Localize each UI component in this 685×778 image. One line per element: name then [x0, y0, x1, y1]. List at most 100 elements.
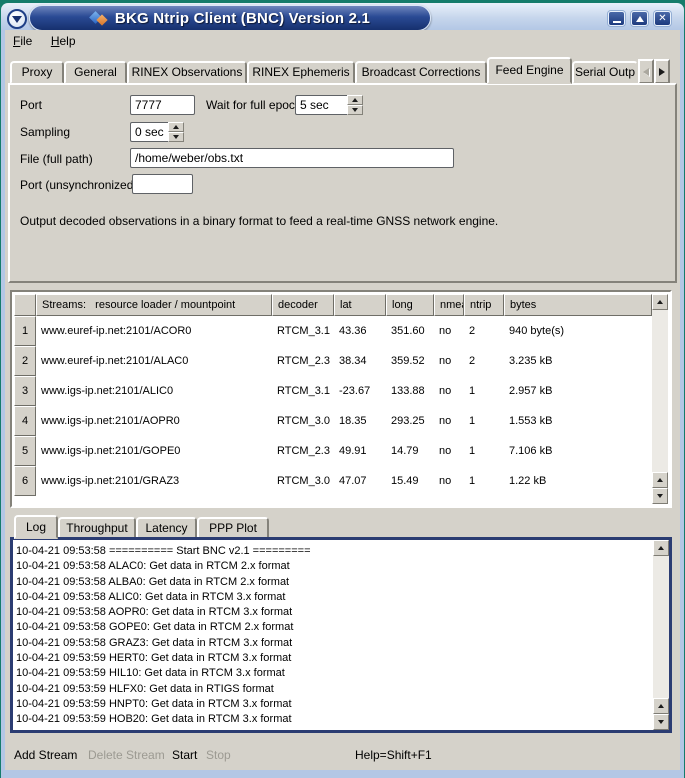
- cell-mountpoint[interactable]: www.igs-ip.net:2101/AOPR0: [36, 406, 272, 436]
- header-lat[interactable]: lat: [334, 294, 386, 316]
- tab-proxy[interactable]: Proxy: [10, 61, 64, 84]
- menu-file[interactable]: File: [7, 30, 38, 48]
- cell-bytes[interactable]: 1.22 kB: [504, 466, 652, 496]
- cell-lat[interactable]: 47.07: [334, 466, 386, 496]
- scroll-up-button[interactable]: [653, 698, 669, 714]
- table-row[interactable]: 4 www.igs-ip.net:2101/AOPR0 RTCM_3.0 18.…: [14, 406, 652, 436]
- port-input[interactable]: [130, 95, 195, 115]
- row-number[interactable]: 3: [14, 376, 36, 406]
- cell-mountpoint[interactable]: www.euref-ip.net:2101/ACOR0: [36, 316, 272, 346]
- tab-log[interactable]: Log: [14, 515, 58, 539]
- cell-nmea[interactable]: no: [434, 436, 464, 466]
- tab-rinex-ephemeris[interactable]: RINEX Ephemeris: [247, 61, 355, 84]
- cell-bytes[interactable]: 940 byte(s): [504, 316, 652, 346]
- spin-up-button[interactable]: [168, 122, 184, 132]
- tab-general[interactable]: General: [64, 61, 127, 84]
- table-row[interactable]: 6 www.igs-ip.net:2101/GRAZ3 RTCM_3.0 47.…: [14, 466, 652, 496]
- table-scrollbar[interactable]: [652, 294, 668, 504]
- cell-decoder[interactable]: RTCM_3.1: [272, 376, 334, 406]
- scroll-track[interactable]: [652, 310, 668, 472]
- sampling-spinbox[interactable]: 0 sec: [130, 122, 184, 142]
- scroll-up-button[interactable]: [652, 294, 668, 310]
- cell-ntrip[interactable]: 1: [464, 406, 504, 436]
- tab-feed-engine[interactable]: Feed Engine: [487, 57, 572, 84]
- cell-long[interactable]: 293.25: [386, 406, 434, 436]
- cell-long[interactable]: 14.79: [386, 436, 434, 466]
- spin-down-button[interactable]: [347, 105, 363, 115]
- cell-lat[interactable]: 18.35: [334, 406, 386, 436]
- file-path-input[interactable]: [130, 148, 454, 168]
- menu-help[interactable]: Help: [45, 30, 82, 48]
- minimize-button[interactable]: [608, 11, 625, 26]
- cell-ntrip[interactable]: 2: [464, 346, 504, 376]
- scroll-down-button[interactable]: [652, 488, 668, 504]
- tab-throughput[interactable]: Throughput: [58, 517, 136, 539]
- start-button[interactable]: Start: [172, 748, 197, 762]
- cell-bytes[interactable]: 1.553 kB: [504, 406, 652, 436]
- cell-long[interactable]: 133.88: [386, 376, 434, 406]
- header-nmea[interactable]: nmea: [434, 294, 464, 316]
- close-button[interactable]: ✕: [654, 11, 671, 26]
- wait-epoch-value[interactable]: 5 sec: [295, 95, 347, 115]
- port-unsync-input[interactable]: [132, 174, 193, 194]
- tab-ppp-plot[interactable]: PPP Plot: [197, 517, 269, 539]
- scroll-down-button[interactable]: [653, 714, 669, 730]
- cell-decoder[interactable]: RTCM_2.3: [272, 346, 334, 376]
- spin-down-button[interactable]: [168, 132, 184, 142]
- table-row[interactable]: 2 www.euref-ip.net:2101/ALAC0 RTCM_2.3 3…: [14, 346, 652, 376]
- wait-epoch-spinbox[interactable]: 5 sec: [295, 95, 363, 115]
- table-row[interactable]: 1 www.euref-ip.net:2101/ACOR0 RTCM_3.1 4…: [14, 316, 652, 346]
- row-number[interactable]: 4: [14, 406, 36, 436]
- tab-latency[interactable]: Latency: [136, 517, 197, 539]
- table-row[interactable]: 5 www.igs-ip.net:2101/GOPE0 RTCM_2.3 49.…: [14, 436, 652, 466]
- add-stream-button[interactable]: Add Stream: [14, 748, 77, 762]
- log-scrollbar[interactable]: [653, 540, 669, 730]
- header-bytes[interactable]: bytes: [504, 294, 652, 316]
- tab-broadcast-corrections[interactable]: Broadcast Corrections: [355, 61, 487, 84]
- titlebar[interactable]: BKG Ntrip Client (BNC) Version 2.1 ✕: [1, 3, 684, 30]
- spin-up-button[interactable]: [347, 95, 363, 105]
- cell-mountpoint[interactable]: www.igs-ip.net:2101/GRAZ3: [36, 466, 272, 496]
- cell-mountpoint[interactable]: www.euref-ip.net:2101/ALAC0: [36, 346, 272, 376]
- row-number[interactable]: 1: [14, 316, 36, 346]
- cell-ntrip[interactable]: 2: [464, 316, 504, 346]
- cell-lat[interactable]: 43.36: [334, 316, 386, 346]
- table-row[interactable]: 3 www.igs-ip.net:2101/ALIC0 RTCM_3.1 -23…: [14, 376, 652, 406]
- cell-ntrip[interactable]: 1: [464, 436, 504, 466]
- cell-bytes[interactable]: 7.106 kB: [504, 436, 652, 466]
- cell-ntrip[interactable]: 1: [464, 376, 504, 406]
- row-number[interactable]: 2: [14, 346, 36, 376]
- scroll-up-button[interactable]: [652, 472, 668, 488]
- maximize-button[interactable]: [631, 11, 648, 26]
- scroll-track[interactable]: [653, 556, 669, 698]
- cell-nmea[interactable]: no: [434, 376, 464, 406]
- cell-lat[interactable]: 49.91: [334, 436, 386, 466]
- cell-nmea[interactable]: no: [434, 466, 464, 496]
- cell-decoder[interactable]: RTCM_3.0: [272, 406, 334, 436]
- window-menu-button[interactable]: [7, 9, 27, 29]
- header-ntrip[interactable]: ntrip: [464, 294, 504, 316]
- cell-lat[interactable]: 38.34: [334, 346, 386, 376]
- header-decoder[interactable]: decoder: [272, 294, 334, 316]
- cell-long[interactable]: 351.60: [386, 316, 434, 346]
- header-mountpoint[interactable]: Streams: resource loader / mountpoint: [36, 294, 272, 316]
- cell-long[interactable]: 15.49: [386, 466, 434, 496]
- cell-nmea[interactable]: no: [434, 346, 464, 376]
- cell-nmea[interactable]: no: [434, 316, 464, 346]
- tab-serial-output[interactable]: Serial Outp: [572, 61, 638, 84]
- cell-bytes[interactable]: 2.957 kB: [504, 376, 652, 406]
- cell-bytes[interactable]: 3.235 kB: [504, 346, 652, 376]
- tab-rinex-observations[interactable]: RINEX Observations: [127, 61, 247, 84]
- scroll-up-button[interactable]: [653, 540, 669, 556]
- sampling-value[interactable]: 0 sec: [130, 122, 168, 142]
- cell-decoder[interactable]: RTCM_3.1: [272, 316, 334, 346]
- cell-lat[interactable]: -23.67: [334, 376, 386, 406]
- cell-mountpoint[interactable]: www.igs-ip.net:2101/ALIC0: [36, 376, 272, 406]
- cell-mountpoint[interactable]: www.igs-ip.net:2101/GOPE0: [36, 436, 272, 466]
- cell-ntrip[interactable]: 1: [464, 466, 504, 496]
- cell-decoder[interactable]: RTCM_2.3: [272, 436, 334, 466]
- row-number[interactable]: 6: [14, 466, 36, 496]
- tab-scroll-right-button[interactable]: [654, 59, 670, 84]
- log-output[interactable]: 10-04-21 09:53:58 ========== Start BNC v…: [10, 537, 672, 733]
- header-long[interactable]: long: [386, 294, 434, 316]
